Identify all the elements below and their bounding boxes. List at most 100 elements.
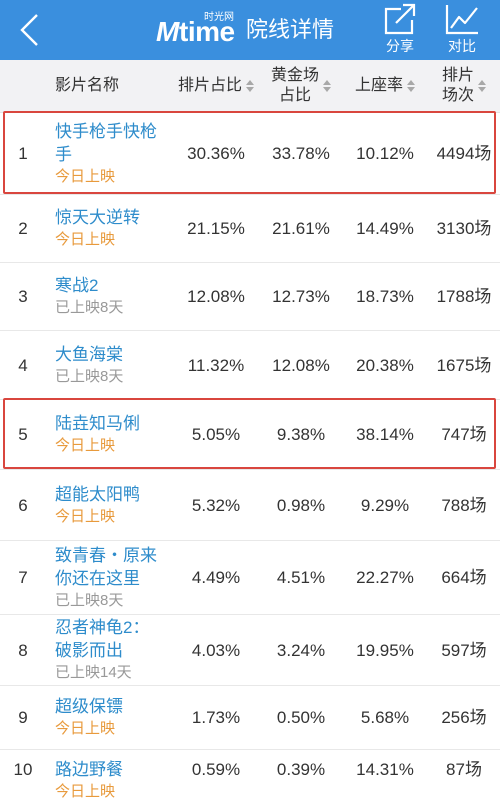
screenings-header-line-2: 场次 — [441, 87, 474, 104]
rank-number: 3 — [18, 287, 28, 306]
movie-title: 大鱼海棠 — [55, 344, 123, 364]
release-status: 今日上映 — [55, 231, 116, 248]
golden-share-value: 0.39% — [276, 760, 326, 779]
table-row[interactable]: 9 超级保镖 今日上映 1.73% 0.50% 5.68% 256场 — [0, 686, 500, 750]
sort-up-arrow — [407, 80, 415, 85]
rank-number: 9 — [18, 708, 28, 727]
rank-number: 7 — [18, 568, 28, 587]
movie-title: 忍者神龟2：破影而出 — [55, 618, 150, 660]
golden-share-header-label: 黄金场 占比 — [271, 66, 319, 106]
release-status: 已上映8天 — [55, 367, 124, 385]
movie-info: 路边野餐 今日上映 — [46, 758, 172, 799]
screenings-value: 1675场 — [436, 355, 492, 375]
schedule-share-value: 11.32% — [187, 355, 245, 375]
page-title: 院线详情 — [246, 17, 335, 42]
schedule-share-header[interactable]: 排片占比 — [172, 60, 260, 112]
screenings-value: 3130场 — [436, 219, 492, 238]
table-row[interactable]: 10 路边野餐 今日上映 0.59% 0.39% 14.31% 87场 — [0, 750, 500, 799]
movie-info: 超级保镖 今日上映 — [46, 695, 172, 740]
golden-share-value: 12.08% — [272, 355, 330, 375]
occupancy-value: 14.31% — [356, 760, 414, 779]
golden-share-header[interactable]: 黄金场 占比 — [260, 60, 342, 112]
chevron-left-icon — [20, 14, 38, 46]
movie-title: 超能太阳鸭 — [55, 484, 140, 504]
golden-share-value: 4.51% — [276, 568, 326, 587]
release-status: 今日上映 — [55, 167, 116, 185]
occupancy-value: 10.12% — [356, 144, 414, 163]
table-row[interactable]: 4 大鱼海棠 已上映8天 11.32% 12.08% 20.38% 1675场 — [0, 331, 500, 400]
back-button[interactable] — [12, 10, 46, 50]
occupancy-value: 22.27% — [356, 568, 414, 587]
sort-down-arrow — [323, 87, 331, 92]
schedule-share-value: 4.03% — [191, 640, 241, 660]
golden-share-header-line-1: 黄金场 — [270, 67, 319, 84]
golden-share-value: 0.98% — [276, 495, 326, 515]
release-status: 已上映8天 — [55, 591, 124, 609]
table-header: 影片名称 排片占比 黄金场 占比 上座率 排片 场次 — [0, 60, 500, 113]
screenings-header-label: 排片 场次 — [442, 66, 474, 106]
golden-share-value: 3.24% — [276, 640, 326, 660]
share-label: 分享 — [386, 38, 414, 54]
movie-title: 惊天大逆转 — [55, 208, 140, 227]
movie-info: 忍者神龟2：破影而出 已上映14天 — [46, 616, 172, 684]
screenings-value: 597场 — [441, 640, 487, 660]
schedule-share-value: 30.36% — [187, 144, 245, 163]
schedule-share-header-label: 排片占比 — [177, 77, 242, 94]
schedule-share-value: 4.49% — [191, 568, 241, 587]
screenings-value: 87场 — [446, 760, 482, 779]
table-row[interactable]: 6 超能太阳鸭 今日上映 5.32% 0.98% 9.29% 788场 — [0, 470, 500, 541]
movie-title: 路边野餐 — [55, 760, 123, 779]
screenings-value: 1788场 — [436, 287, 492, 306]
occupancy-header[interactable]: 上座率 — [342, 60, 428, 112]
table-row[interactable]: 7 致青春・原来你还在这里 已上映8天 4.49% 4.51% 22.27% 6… — [0, 541, 500, 615]
share-icon — [384, 3, 416, 35]
movie-info: 超能太阳鸭 今日上映 — [46, 483, 172, 528]
release-status: 今日上映 — [55, 437, 116, 454]
schedule-share-value: 21.15% — [187, 219, 245, 238]
movie-title: 超级保镖 — [55, 697, 123, 716]
table-row[interactable]: 8 忍者神龟2：破影而出 已上映14天 4.03% 3.24% 19.95% 5… — [0, 615, 500, 686]
cinema-detail-screen: M time 时光网 院线详情 分享 对比 影片名称 排片占比 黄金场 占比 上… — [0, 0, 500, 799]
golden-share-value: 21.61% — [272, 219, 330, 238]
rank-number: 1 — [18, 144, 28, 163]
table-row[interactable]: 3 寒战2 已上映8天 12.08% 12.73% 18.73% 1788场 — [0, 263, 500, 331]
occupancy-value: 5.68% — [360, 708, 410, 727]
screenings-value: 256场 — [441, 708, 487, 727]
screenings-header[interactable]: 排片 场次 — [428, 60, 500, 112]
movie-info: 惊天大逆转 今日上映 — [46, 206, 172, 251]
rank-number: 10 — [13, 760, 33, 779]
occupancy-header-label: 上座率 — [354, 77, 403, 94]
top-nav-bar: M time 时光网 院线详情 分享 对比 — [0, 0, 500, 60]
golden-share-value: 0.50% — [276, 708, 326, 727]
movie-name-header: 影片名称 — [55, 77, 120, 94]
sort-up-arrow — [246, 80, 254, 85]
line-chart-icon — [445, 5, 478, 35]
release-status: 已上映8天 — [55, 299, 124, 316]
movie-info: 大鱼海棠 已上映8天 — [46, 343, 172, 388]
occupancy-value: 19.95% — [356, 640, 414, 660]
release-status: 今日上映 — [55, 507, 116, 525]
golden-share-value: 12.73% — [272, 287, 330, 306]
rank-number: 4 — [18, 355, 28, 375]
sort-down-arrow — [246, 87, 254, 92]
movie-info: 致青春・原来你还在这里 已上映8天 — [46, 544, 172, 612]
table-row[interactable]: 1 快手枪手快枪手 今日上映 30.36% 33.78% 10.12% 4494… — [0, 111, 500, 195]
golden-share-value: 33.78% — [272, 144, 330, 163]
rank-number: 6 — [18, 495, 28, 515]
table-row[interactable]: 5 陆垚知马俐 今日上映 5.05% 9.38% 38.14% 747场 — [0, 398, 500, 470]
golden-share-value: 9.38% — [276, 425, 326, 444]
release-status: 已上映14天 — [55, 664, 132, 681]
occupancy-value: 38.14% — [356, 425, 414, 444]
schedule-share-value: 5.32% — [191, 495, 241, 515]
occupancy-value: 20.38% — [356, 355, 414, 375]
movie-title: 致青春・原来你还在这里 — [55, 545, 157, 588]
sort-icon — [478, 80, 486, 92]
sort-icon — [246, 80, 254, 92]
table-row[interactable]: 2 惊天大逆转 今日上映 21.15% 21.61% 14.49% 3130场 — [0, 195, 500, 263]
movie-title: 快手枪手快枪手 — [55, 121, 157, 164]
share-button[interactable]: 分享 — [378, 3, 422, 58]
movie-list: 1 快手枪手快枪手 今日上映 30.36% 33.78% 10.12% 4494… — [0, 111, 500, 799]
occupancy-value: 18.73% — [356, 287, 414, 306]
schedule-share-value: 1.73% — [191, 708, 241, 727]
compare-button[interactable]: 对比 — [440, 3, 484, 58]
